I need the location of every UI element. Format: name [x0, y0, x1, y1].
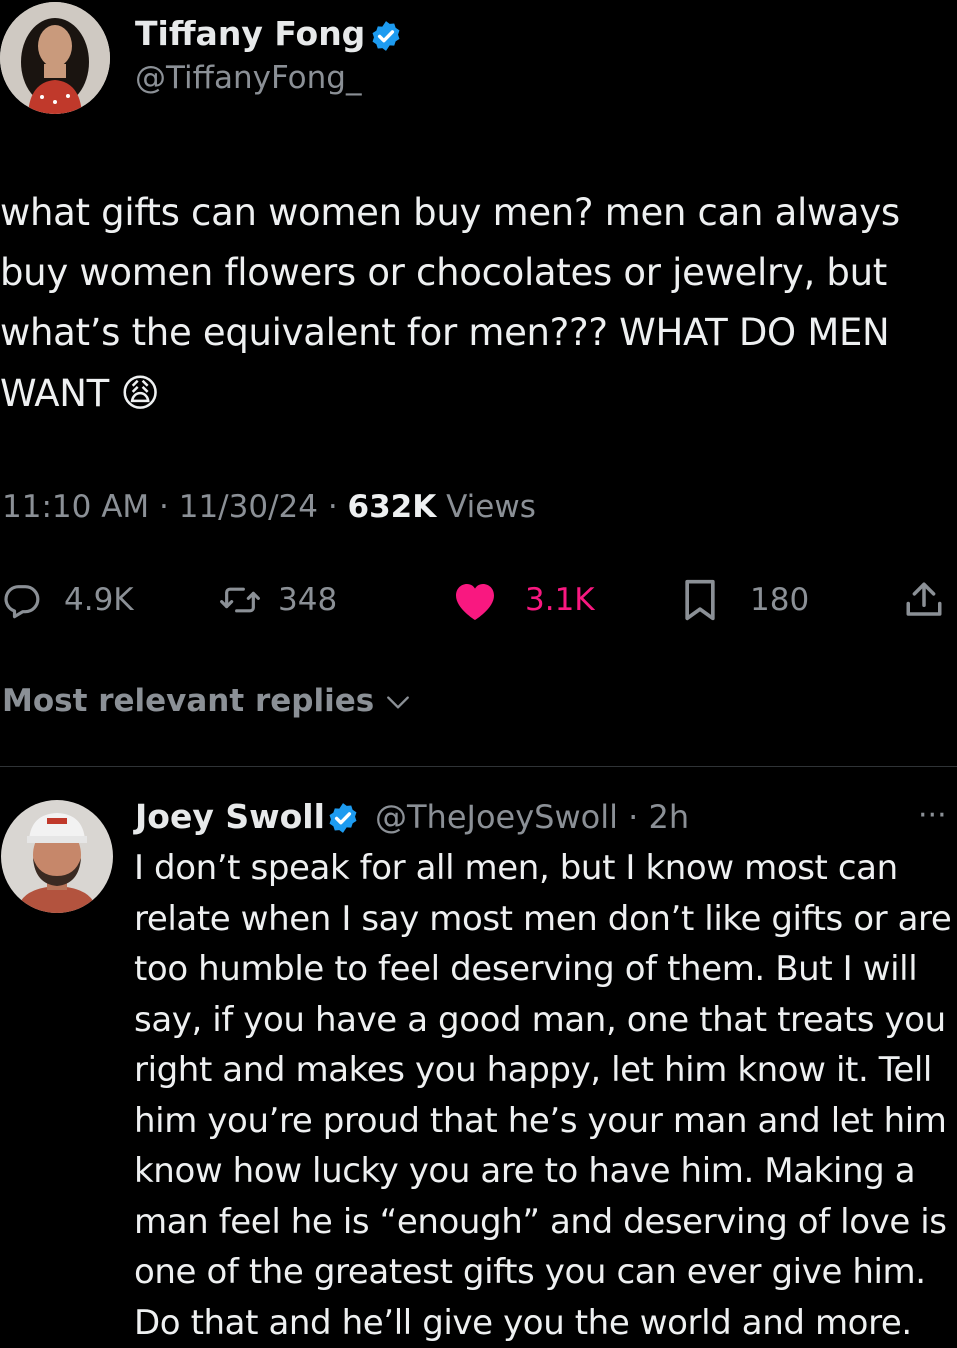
reply-count: 4.9K	[64, 582, 134, 618]
separator: ·	[628, 798, 639, 836]
verified-badge-icon	[329, 803, 357, 833]
share-icon	[906, 582, 942, 616]
sort-label: Most relevant replies	[2, 683, 375, 719]
repost-button[interactable]: 348	[218, 578, 337, 622]
reply-author-name[interactable]: Joey Swoll	[135, 797, 325, 836]
tweet-time: 11:10 AM	[2, 489, 150, 525]
like-button[interactable]: 3.1K	[451, 578, 595, 622]
reply-button[interactable]: 4.9K	[2, 578, 134, 622]
divider	[0, 766, 957, 767]
tweet-date: 11/30/24	[178, 489, 318, 525]
separator: ·	[327, 489, 338, 525]
reply-text: I don’t speak for all men, but I know mo…	[134, 848, 952, 1343]
repost-icon	[220, 587, 260, 613]
reply-author-avatar[interactable]	[1, 800, 113, 913]
more-icon[interactable]: ···	[918, 798, 947, 833]
sort-replies-dropdown[interactable]: Most relevant replies	[2, 683, 411, 719]
repost-count: 348	[278, 582, 338, 618]
reply-icon	[4, 585, 40, 619]
like-icon	[456, 584, 494, 620]
author-handle[interactable]: @TiffanyFong_	[135, 60, 361, 96]
reply-age[interactable]: 2h	[649, 798, 690, 836]
bookmark-icon	[685, 579, 715, 621]
tweet-meta: 11:10 AM · 11/30/24 · 632K Views	[2, 489, 536, 525]
reply-handle-line: @TheJoeySwoll · 2h	[375, 798, 689, 836]
share-button[interactable]	[903, 578, 945, 622]
views-label[interactable]: Views	[446, 489, 536, 525]
separator: ·	[159, 489, 169, 525]
reply-author-handle[interactable]: @TheJoeySwoll	[375, 798, 618, 836]
like-count: 3.1K	[525, 582, 595, 618]
bookmark-button[interactable]: 180	[680, 578, 809, 622]
weary-face-emoji: 😩	[120, 371, 160, 415]
author-avatar[interactable]	[0, 2, 110, 114]
verified-badge-icon	[372, 21, 400, 51]
chevron-down-icon	[387, 695, 409, 709]
tweet-text: what gifts can women buy men? men can al…	[0, 183, 957, 424]
bookmark-count: 180	[750, 582, 810, 618]
views-count: 632K	[347, 489, 437, 525]
author-name[interactable]: Tiffany Fong	[135, 14, 365, 53]
